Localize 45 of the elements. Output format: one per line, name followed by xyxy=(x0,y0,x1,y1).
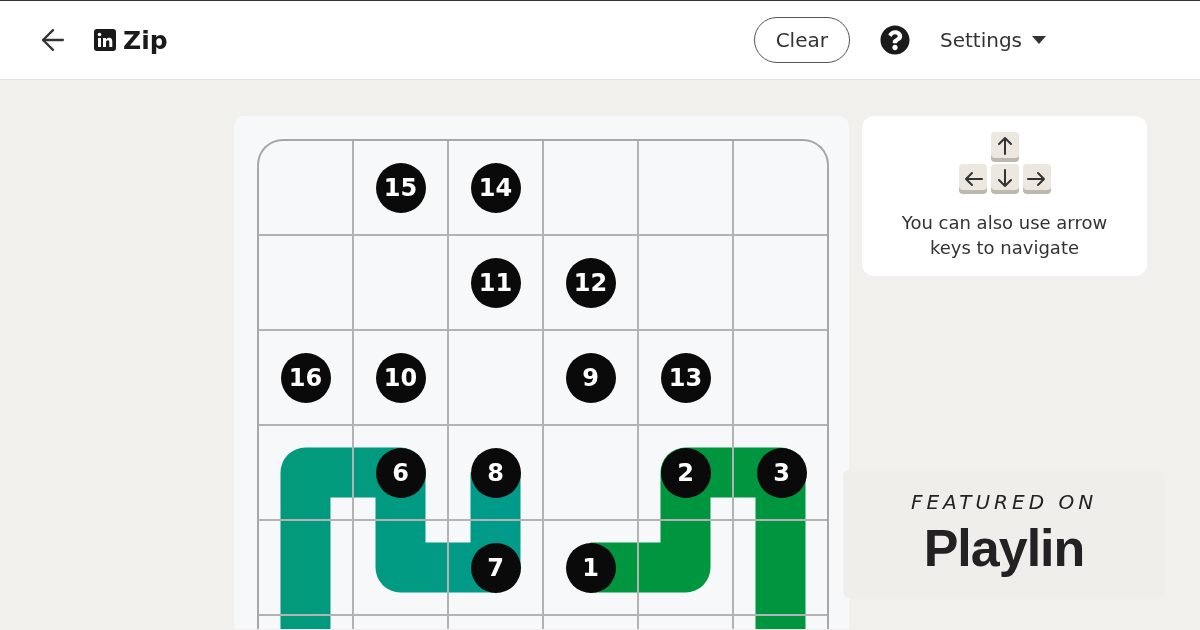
grid-cell[interactable] xyxy=(639,236,734,331)
grid-cell[interactable] xyxy=(544,426,639,521)
grid-cell[interactable] xyxy=(354,236,449,331)
grid-cell[interactable] xyxy=(544,141,639,236)
grid-cell[interactable]: 10 xyxy=(354,331,449,426)
grid-cell[interactable] xyxy=(639,521,734,616)
grid-cell[interactable]: 13 xyxy=(639,331,734,426)
grid-cell[interactable]: 14 xyxy=(449,141,544,236)
grid-cell[interactable]: 9 xyxy=(544,331,639,426)
logo-icon xyxy=(94,29,116,51)
grid-cell[interactable] xyxy=(259,521,354,616)
grid-cell[interactable] xyxy=(259,141,354,236)
grid-cell[interactable] xyxy=(259,426,354,521)
grid-cell[interactable]: 6 xyxy=(354,426,449,521)
number-badge: 15 xyxy=(375,162,426,213)
grid-cell[interactable]: 3 xyxy=(734,426,827,521)
number-badge: 9 xyxy=(565,352,616,403)
number-badge: 14 xyxy=(470,162,521,213)
help-icon[interactable] xyxy=(879,25,910,55)
grid-cell[interactable]: 15 xyxy=(354,141,449,236)
number-badge: 12 xyxy=(565,257,616,308)
number-badge: 10 xyxy=(375,352,426,403)
page-title: Zip xyxy=(123,25,168,55)
grid-cell[interactable]: 16 xyxy=(259,331,354,426)
grid-cell[interactable] xyxy=(734,521,827,616)
caret-icon xyxy=(1032,36,1046,44)
number-badge: 8 xyxy=(470,447,521,498)
grid-cell[interactable]: 1 xyxy=(544,521,639,616)
settings-menu[interactable]: Settings xyxy=(939,28,1046,52)
number-badge: 2 xyxy=(660,447,711,498)
grid-cell[interactable]: 7 xyxy=(449,521,544,616)
number-badge: 11 xyxy=(470,257,521,308)
grid-cell[interactable]: 12 xyxy=(544,236,639,331)
number-badge: 16 xyxy=(280,352,331,403)
grid-cell[interactable] xyxy=(259,236,354,331)
number-badge: 1 xyxy=(565,542,616,593)
grid-cell[interactable] xyxy=(449,331,544,426)
number-badge: 13 xyxy=(660,352,711,403)
clear-button[interactable]: Clear xyxy=(753,17,850,63)
featured-label: FEATURED ON xyxy=(910,490,1098,514)
brand-name: Playlin xyxy=(923,518,1085,578)
grid-cell[interactable] xyxy=(639,141,734,236)
grid-cell[interactable] xyxy=(354,521,449,616)
hint-text: You can also use arrow keys to navigate xyxy=(900,211,1109,260)
grid-cell[interactable]: 11 xyxy=(449,236,544,331)
